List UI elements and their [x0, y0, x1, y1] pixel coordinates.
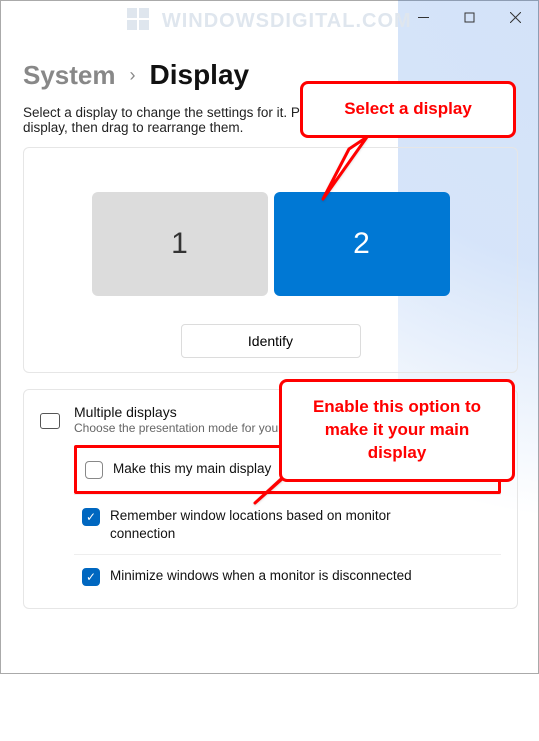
label-remember-locations: Remember window locations based on monit… — [110, 507, 440, 542]
checkbox-main-display[interactable] — [85, 461, 103, 479]
monitor-2[interactable]: 2 — [274, 192, 450, 296]
annotation-enable-main: Enable this option to make it your main … — [279, 379, 515, 482]
breadcrumb-system[interactable]: System — [23, 60, 116, 91]
monitor-1[interactable]: 1 — [92, 192, 268, 296]
checkbox-minimize-disconnect[interactable]: ✓ — [82, 568, 100, 586]
display-arrangement-card: 1 2 Identify — [23, 147, 518, 373]
identify-button[interactable]: Identify — [181, 324, 361, 358]
annotation-tail-1 — [309, 135, 369, 205]
checkbox-remember-locations[interactable]: ✓ — [82, 508, 100, 526]
annotation-select-display: Select a display — [300, 81, 516, 138]
chevron-right-icon: › — [130, 65, 136, 86]
close-button[interactable] — [492, 1, 538, 33]
minimize-button[interactable] — [400, 1, 446, 33]
label-minimize-disconnect: Minimize windows when a monitor is disco… — [110, 567, 412, 585]
maximize-button[interactable] — [446, 1, 492, 33]
window-controls — [400, 1, 538, 33]
option-minimize-disconnect[interactable]: ✓ Minimize windows when a monitor is dis… — [74, 555, 501, 598]
displays-icon — [40, 413, 60, 429]
monitor-canvas[interactable]: 1 2 — [24, 148, 517, 320]
label-main-display: Make this my main display — [113, 460, 271, 478]
page-title: Display — [150, 59, 250, 91]
